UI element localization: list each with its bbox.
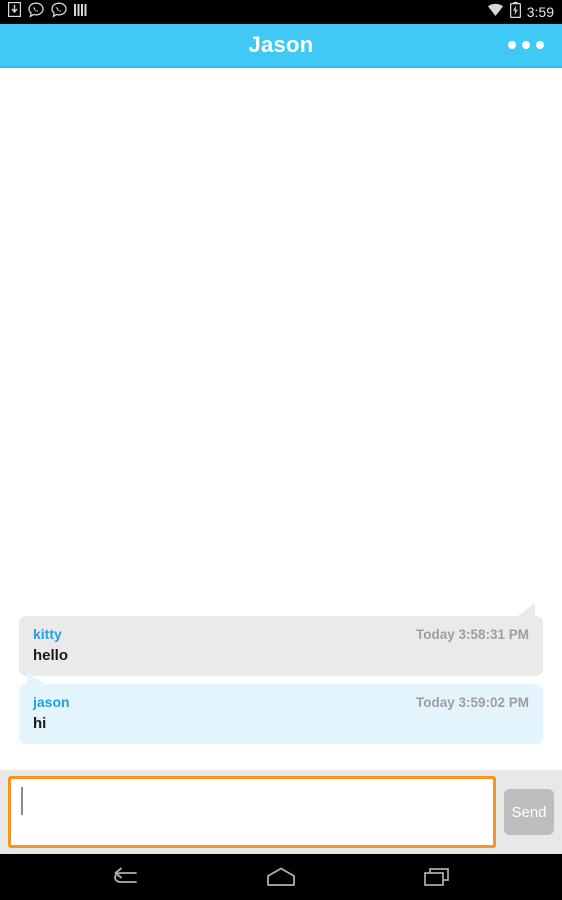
recents-button[interactable] [409,857,465,897]
message-bubble-outgoing[interactable]: jason Today 3:59:02 PM hi [19,671,543,744]
message-header: kitty Today 3:58:31 PM [33,626,529,642]
status-bar-clock: 3:59 [526,4,554,20]
message-timestamp: Today 3:58:31 PM [415,627,529,642]
back-button[interactable] [97,857,153,897]
status-bar: 3:59 [0,0,562,24]
home-button[interactable] [253,857,309,897]
overflow-dot-3 [536,41,544,49]
chat-screen: 3:59 Jason kitty Today 3:58:31 PM hello [0,0,562,900]
message-input[interactable] [11,779,493,845]
signal-bars-icon [74,3,87,22]
page-title: Jason [248,32,314,57]
message-composer: Send [0,770,562,854]
android-navigation-bar [0,854,562,900]
message-row-1: jason Today 3:59:02 PM hi [0,671,562,744]
message-text: hello [33,647,69,664]
message-sender-name: jason [33,694,70,710]
battery-charging-icon [509,1,521,23]
message-input-wrapper[interactable] [8,776,496,848]
chat-call-bubble-icon-2 [51,2,67,23]
message-list[interactable]: kitty Today 3:58:31 PM hello jason Today… [0,68,562,770]
chat-call-bubble-icon [28,2,44,23]
message-row-0: kitty Today 3:58:31 PM hello [0,603,562,676]
message-sender-name: kitty [33,626,62,642]
overflow-dot-1 [508,41,516,49]
status-bar-system-icons: 3:59 [487,1,554,23]
message-header: jason Today 3:59:02 PM [33,694,529,710]
overflow-dot-2 [522,41,530,49]
message-bubble-incoming[interactable]: kitty Today 3:58:31 PM hello [19,603,543,676]
overflow-menu-button[interactable] [502,24,550,66]
status-bar-notification-icons [7,1,87,23]
send-button[interactable]: Send [504,789,554,835]
message-timestamp: Today 3:59:02 PM [415,695,529,710]
wifi-icon [487,3,504,22]
app-header: Jason [0,24,562,68]
message-text: hi [33,715,47,732]
download-to-device-icon [7,1,22,22]
